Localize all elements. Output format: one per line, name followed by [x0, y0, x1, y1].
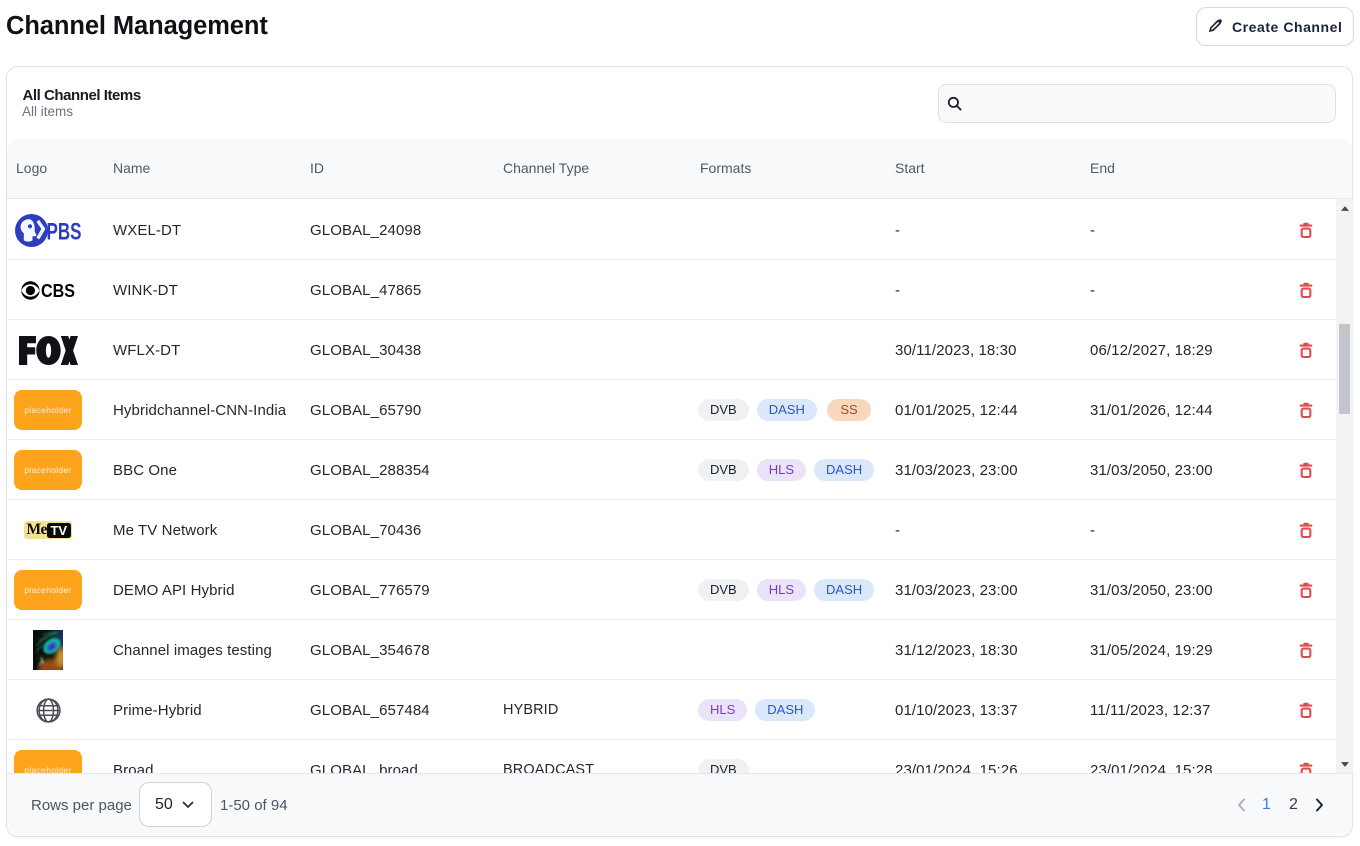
- svg-text:CBS: CBS: [41, 281, 75, 300]
- svg-text:PBS: PBS: [46, 218, 81, 245]
